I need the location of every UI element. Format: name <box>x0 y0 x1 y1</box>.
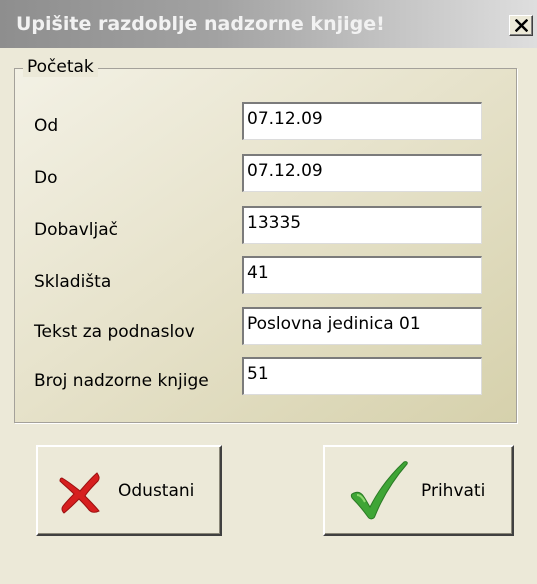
od-field[interactable]: 07.12.09 <box>242 102 482 140</box>
red-x-icon <box>59 472 100 514</box>
label-od: Od <box>34 116 59 136</box>
cancel-label: Odustani <box>118 481 195 501</box>
broj-nadzorne-knjige-field[interactable]: 51 <box>242 357 482 395</box>
dialog-body: Početak Od 07.12.09 Do 07.12.09 Dobavlja… <box>0 48 537 584</box>
do-field[interactable]: 07.12.09 <box>242 154 482 192</box>
dobavljac-field[interactable]: 13335 <box>242 206 482 244</box>
label-tekst-za-podnaslov: Tekst za podnaslov <box>34 322 195 342</box>
skladista-field[interactable]: 41 <box>242 256 482 294</box>
close-button[interactable] <box>509 15 533 36</box>
ok-button[interactable]: Prihvati <box>323 445 514 536</box>
title-bar[interactable]: Upišite razdoblje nadzorne knjige! <box>0 0 537 48</box>
tekst-za-podnaslov-field[interactable]: Poslovna jedinica 01 <box>242 307 482 345</box>
label-broj-nadzorne-knjige: Broj nadzorne knjige <box>34 371 209 391</box>
group-legend: Početak <box>23 57 98 77</box>
label-dobavljac: Dobavljač <box>34 220 118 240</box>
label-do: Do <box>34 168 58 188</box>
cancel-button[interactable]: Odustani <box>36 445 222 536</box>
label-skladista: Skladišta <box>34 272 112 292</box>
green-checkmark-icon <box>350 461 408 520</box>
close-icon <box>515 19 528 32</box>
window-title: Upišite razdoblje nadzorne knjige! <box>16 13 385 35</box>
ok-label: Prihvati <box>421 481 486 501</box>
